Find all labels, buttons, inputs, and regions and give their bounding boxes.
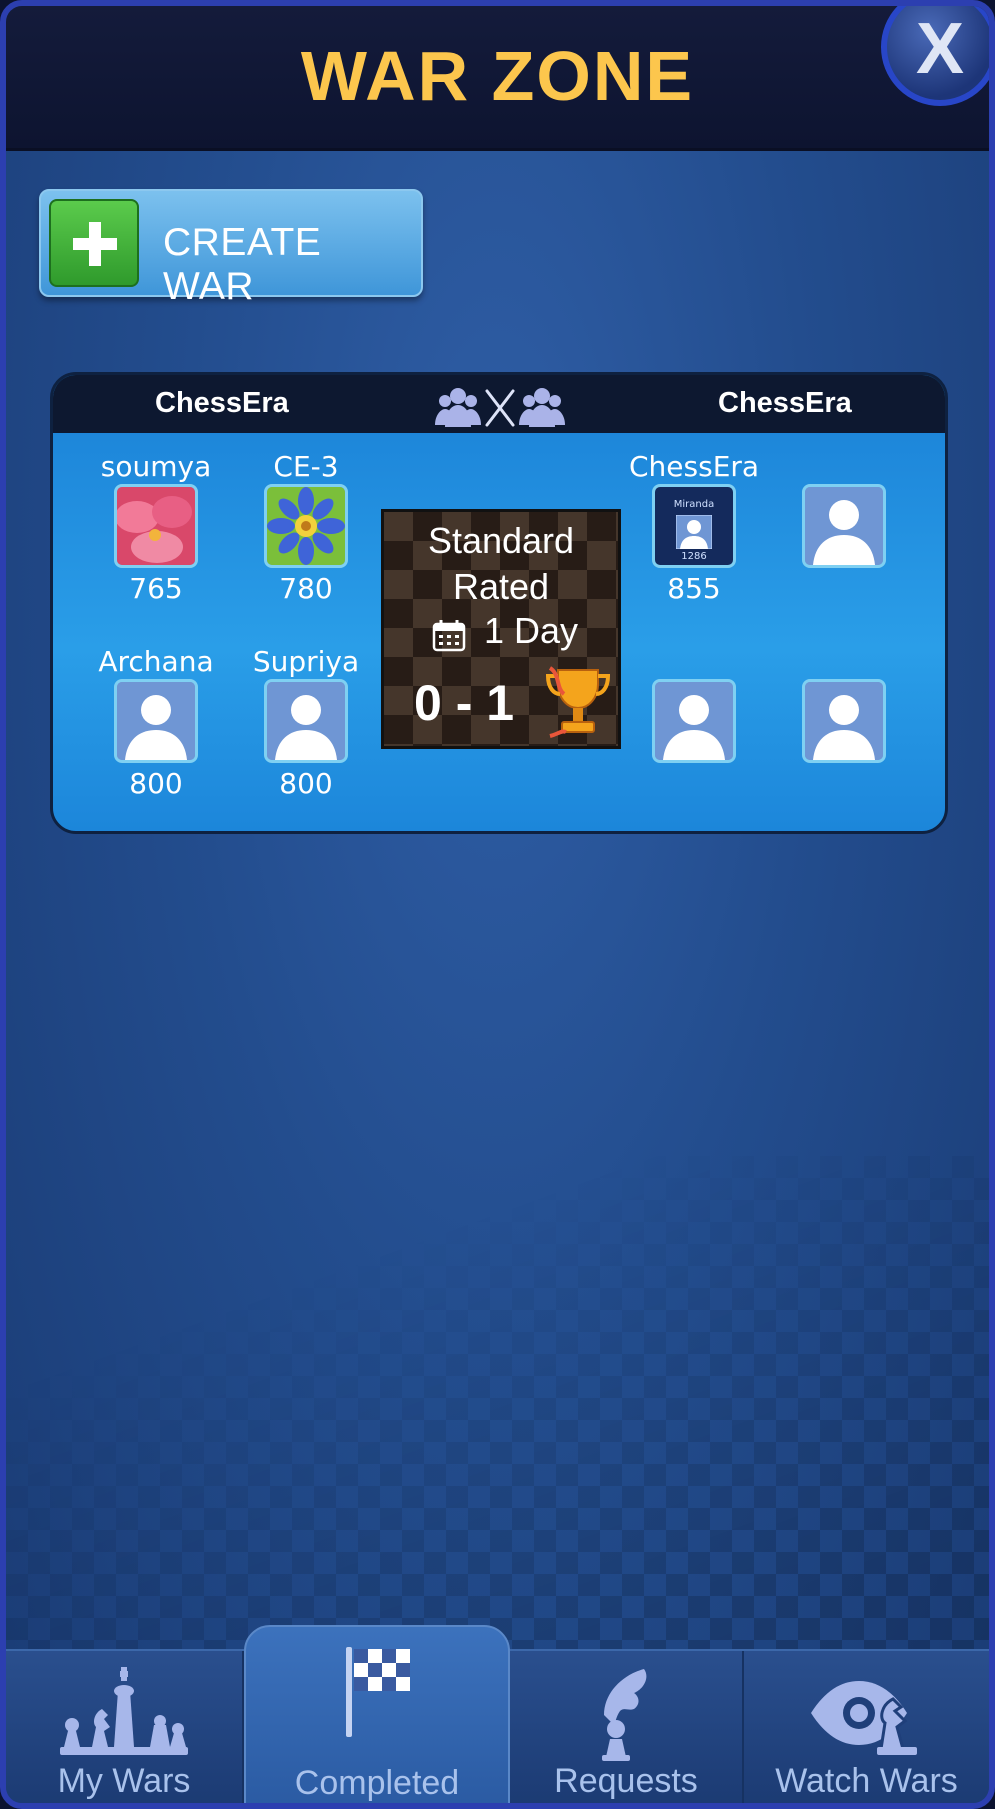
default-avatar-icon: [264, 679, 348, 763]
tab-watch-wars[interactable]: Watch Wars: [744, 1651, 989, 1803]
card-player-rating: 1286: [681, 551, 707, 562]
card-player-name: Miranda: [673, 499, 715, 510]
tab-label: Completed: [294, 1764, 460, 1802]
empty-player-slot[interactable]: [779, 450, 909, 568]
team-right-name: ChessEra: [718, 387, 852, 419]
hand-pawn-icon: [602, 1669, 647, 1761]
bottom-tab-bar: My Wars Completed Requests Watch Wars: [6, 1625, 989, 1803]
checkered-flag-icon: [346, 1647, 410, 1737]
eye-knight-icon: [810, 1681, 917, 1755]
checker-background: [6, 1156, 989, 1676]
war-card-header: ChessEra ChessEra: [53, 375, 945, 433]
create-war-label: CREATE WAR: [163, 221, 322, 308]
create-war-button[interactable]: CREATE WAR: [39, 189, 423, 308]
page-title: WAR ZONE: [300, 37, 695, 115]
rated-label: Rated: [452, 566, 550, 607]
player-slot[interactable]: Archana 800: [91, 645, 221, 800]
empty-player-slot[interactable]: [629, 645, 759, 763]
tab-label: My Wars: [57, 1762, 191, 1800]
war-zone-window: WAR ZONE CREATE WAR ChessEra ChessEra so…: [0, 0, 995, 1809]
score-label: 0 - 1: [414, 675, 515, 731]
player-rating: 800: [279, 767, 333, 800]
plus-icon: [49, 199, 139, 287]
default-avatar-icon: [802, 484, 886, 568]
team-vs-icon: [435, 388, 565, 427]
close-icon: X: [915, 9, 965, 89]
default-avatar-icon: [652, 679, 736, 763]
player-name: soumya: [100, 450, 212, 483]
tab-label: Requests: [554, 1762, 698, 1800]
player-rating: 780: [279, 572, 333, 605]
player-card-avatar: Miranda 1286: [652, 484, 736, 568]
player-slot[interactable]: ChessEra Miranda 1286 855: [629, 450, 759, 605]
player-name: Supriya: [252, 645, 360, 678]
trophy-icon: [546, 666, 610, 738]
tab-requests[interactable]: Requests: [510, 1651, 744, 1803]
player-name: Archana: [98, 645, 214, 678]
default-avatar-icon: [676, 515, 712, 549]
player-slot[interactable]: soumya 765: [91, 450, 221, 605]
default-avatar-icon: [802, 679, 886, 763]
player-name: ChessEra: [629, 450, 760, 483]
tab-label: Watch Wars: [775, 1762, 958, 1800]
player-slot[interactable]: CE-3 780: [241, 450, 371, 605]
game-info-board[interactable]: Standard Rated 1 Day 0 - 1: [381, 509, 621, 749]
chess-pieces-icon: [60, 1667, 188, 1755]
player-rating: 855: [667, 572, 721, 605]
war-card[interactable]: ChessEra ChessEra soumya 765 CE-3 780 Ar…: [50, 372, 948, 834]
calendar-icon: [432, 620, 466, 652]
player-rating: 765: [129, 572, 183, 605]
player-name: CE-3: [273, 450, 339, 483]
flower-avatar: [114, 484, 198, 568]
default-avatar-icon: [114, 679, 198, 763]
duration-label: 1 Day: [484, 610, 579, 651]
header-bar: WAR ZONE: [6, 6, 989, 151]
player-rating: 800: [129, 767, 183, 800]
team-left-name: ChessEra: [155, 387, 289, 419]
tab-my-wars[interactable]: My Wars: [6, 1651, 244, 1803]
game-type: Standard: [427, 520, 575, 561]
player-slot[interactable]: Supriya 800: [241, 645, 371, 800]
empty-player-slot[interactable]: [779, 645, 909, 763]
flower-avatar: [264, 484, 348, 568]
tab-completed[interactable]: Completed: [244, 1625, 510, 1803]
